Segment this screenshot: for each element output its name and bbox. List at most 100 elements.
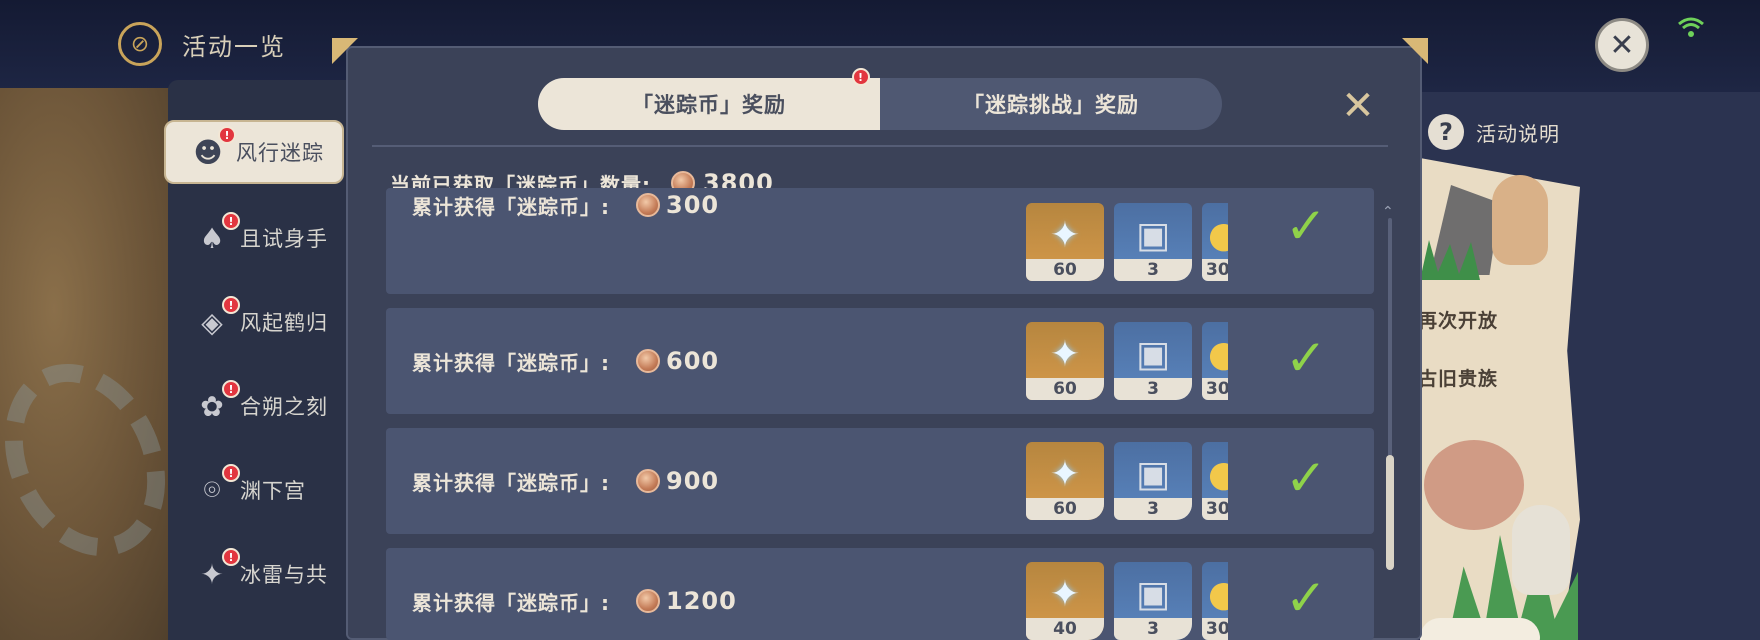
- talent-book-icon: ▣: [1135, 453, 1170, 495]
- claimed-check-icon: ✓: [1285, 449, 1327, 507]
- claimed-check-icon: ✓: [1285, 329, 1327, 387]
- alert-badge: !: [218, 126, 236, 144]
- reward-item-slot[interactable]: ▣ 3: [1114, 322, 1192, 400]
- reward-requirement-value: 300: [666, 191, 720, 219]
- alert-badge: !: [222, 464, 240, 482]
- reward-item-slot[interactable]: ✦ 60: [1026, 442, 1104, 520]
- reward-item-slot[interactable]: ● 30: [1202, 322, 1228, 400]
- reward-item-slot[interactable]: ✦ 40: [1026, 562, 1104, 640]
- diamond-icon: ◈!: [190, 296, 240, 344]
- reward-item-count: 30: [1202, 378, 1228, 400]
- reward-row: 累计获得「迷踪币」: 600 ✦ 60 ▣ 3 ● 30 ✓: [386, 308, 1374, 414]
- event-info-label: 活动说明: [1476, 121, 1560, 146]
- reward-item-clip: ● 30: [1202, 442, 1228, 524]
- sidebar-item-label: 风行迷踪: [236, 141, 324, 165]
- mask-icon: ☻!: [186, 126, 236, 174]
- reward-requirement-value: 1200: [666, 587, 737, 615]
- reward-item-count: 30: [1202, 259, 1228, 281]
- sidebar-item-fengxingmizong[interactable]: ☻! 风行迷踪: [164, 120, 344, 184]
- reward-row: 累计获得「迷踪币」: 900 ✦ 60 ▣ 3 ● 30 ✓: [386, 428, 1374, 534]
- tab-coin-rewards[interactable]: 「迷踪币」奖励 !: [538, 68, 880, 130]
- cards-icon: ♠!: [190, 212, 240, 260]
- primogem-icon: ✦: [1049, 333, 1081, 375]
- reward-item-count: 30: [1202, 498, 1228, 520]
- flower-icon: ✿!: [190, 380, 240, 428]
- alert-badge: !: [852, 68, 870, 86]
- reward-item-count: 60: [1026, 259, 1104, 281]
- reward-item-slot[interactable]: ▣ 3: [1114, 442, 1192, 520]
- reward-row: 累计获得「迷踪币」: 300 ✦ 60 ▣ 3 ● 30 ✓: [386, 188, 1374, 294]
- sidebar-item-label: 合朔之刻: [240, 395, 328, 419]
- reward-item-slot[interactable]: ● 30: [1202, 562, 1228, 640]
- coin-icon: [636, 193, 660, 217]
- poster-red-blot: [1424, 440, 1524, 530]
- reward-item-count: 30: [1202, 618, 1228, 640]
- reward-item-count: 60: [1026, 498, 1104, 520]
- sidebar-item-heshuozhike[interactable]: ✿! 合朔之刻: [170, 374, 345, 438]
- divider: [372, 145, 1388, 147]
- sidebar-item-fengqihegui[interactable]: ◈! 风起鹤归: [170, 290, 345, 354]
- question-icon: ?: [1428, 114, 1464, 150]
- reward-requirement-label: 累计获得「迷踪币」:: [412, 590, 610, 615]
- reward-item-clip: ● 30: [1202, 203, 1228, 285]
- poster-grass: [1420, 240, 1480, 280]
- poster-text: 古旧贵族: [1418, 368, 1499, 390]
- reward-item-slot[interactable]: ● 30: [1202, 442, 1228, 520]
- reward-item-slot[interactable]: ▣ 3: [1114, 203, 1192, 281]
- reward-row: 累计获得「迷踪币」: 1200 ✦ 40 ▣ 3 ● 30 ✓: [386, 548, 1374, 640]
- reward-requirement-label: 累计获得「迷踪币」:: [412, 350, 610, 375]
- primogem-icon: ✦: [1049, 573, 1081, 615]
- crystal-icon: ✦!: [190, 548, 240, 596]
- reward-requirement: 累计获得「迷踪币」: 300: [412, 152, 719, 258]
- reward-item-count: 3: [1114, 378, 1192, 400]
- reward-item-count: 60: [1026, 378, 1104, 400]
- coin-icon: [636, 589, 660, 613]
- coin-icon: [636, 349, 660, 373]
- reward-item-slot[interactable]: ✦ 60: [1026, 203, 1104, 281]
- sidebar-item-label: 冰雷与共: [240, 563, 328, 587]
- reward-requirement-value: 600: [666, 347, 720, 375]
- reward-item-slot[interactable]: ▣ 3: [1114, 562, 1192, 640]
- primogem-icon: ✦: [1049, 214, 1081, 256]
- reward-item-clip: ● 30: [1202, 322, 1228, 404]
- reward-item-slot[interactable]: ✦ 60: [1026, 322, 1104, 400]
- close-x-icon[interactable]: ✕: [1336, 84, 1380, 128]
- sidebar-item-qieshishenshou[interactable]: ♠! 且试身手: [170, 206, 345, 270]
- talent-book-icon: ▣: [1135, 214, 1170, 256]
- scrollbar-thumb[interactable]: [1386, 455, 1394, 570]
- reward-item-count: 3: [1114, 618, 1192, 640]
- mora-icon: ●: [1208, 453, 1228, 495]
- reward-requirement: 累计获得「迷踪币」: 1200: [412, 548, 737, 640]
- reward-tabs: 「迷踪币」奖励 ! 「迷踪挑战」奖励: [538, 68, 1222, 130]
- sidebar-item-label: 风起鹤归: [240, 311, 328, 335]
- poster-cat-icon: [1512, 505, 1570, 595]
- primogem-icon: ✦: [1049, 453, 1081, 495]
- location-pin-icon: ⌾!: [190, 464, 240, 512]
- reward-item-count: 40: [1026, 618, 1104, 640]
- reward-item-clip: ● 30: [1202, 562, 1228, 640]
- reward-requirement: 累计获得「迷踪币」: 600: [412, 308, 719, 414]
- wifi-icon: [1678, 17, 1704, 37]
- sidebar-item-label: 渊下宫: [240, 479, 306, 503]
- claimed-check-icon: ✓: [1285, 569, 1327, 627]
- sidebar-item-yuanxiagong[interactable]: ⌾! 渊下宫: [170, 458, 345, 522]
- reward-item-count: 3: [1114, 498, 1192, 520]
- mora-icon: ●: [1208, 573, 1228, 615]
- compass-icon: ⊘: [118, 22, 162, 66]
- reward-item-slot[interactable]: ● 30: [1202, 203, 1228, 281]
- reward-requirement-label: 累计获得「迷踪币」:: [412, 194, 610, 219]
- talent-book-icon: ▣: [1135, 333, 1170, 375]
- claimed-check-icon: ✓: [1285, 197, 1327, 255]
- reward-requirement: 累计获得「迷踪币」: 900: [412, 428, 719, 534]
- alert-badge: !: [222, 380, 240, 398]
- close-icon[interactable]: ✕: [1595, 18, 1649, 72]
- tab-challenge-rewards[interactable]: 「迷踪挑战」奖励: [880, 78, 1222, 130]
- sidebar-item-label: 且试身手: [240, 227, 328, 251]
- page-title: 活动一览: [182, 33, 286, 61]
- reward-item-count: 3: [1114, 259, 1192, 281]
- event-info-button[interactable]: ? 活动说明: [1428, 114, 1560, 150]
- alert-badge: !: [222, 548, 240, 566]
- alert-badge: !: [222, 296, 240, 314]
- sidebar-item-bingleiyugong[interactable]: ✦! 冰雷与共: [170, 542, 345, 606]
- tab-label: 「迷踪挑战」奖励: [963, 93, 1139, 117]
